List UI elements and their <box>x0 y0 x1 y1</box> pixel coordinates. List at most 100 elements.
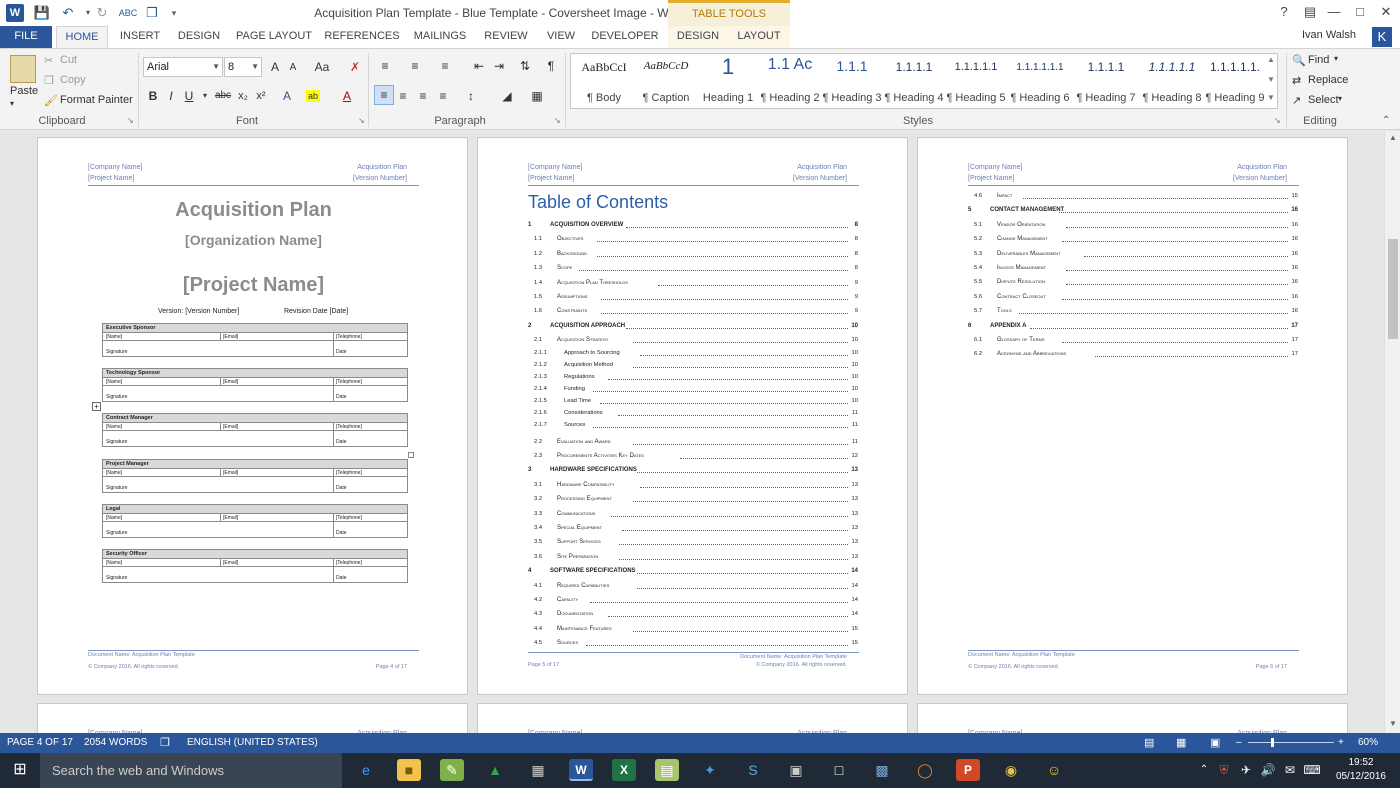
align-left-icon[interactable]: ≡ <box>374 85 394 105</box>
toc-entry[interactable]: 2.1.4 Funding 10 <box>528 386 858 395</box>
proofing-icon[interactable]: ❐ <box>160 736 170 749</box>
network-icon[interactable]: ✈ <box>1234 759 1258 781</box>
font-size-combo[interactable]: 8 ▼ <box>224 57 262 77</box>
text-effects-button[interactable]: A <box>278 87 296 105</box>
page-4[interactable]: [Company Name] [Project Name] Acquisitio… <box>37 137 468 695</box>
style-body[interactable]: AaBbCcI ¶ Body <box>573 54 635 108</box>
superscript-button[interactable]: x² <box>252 87 270 105</box>
style-heading-6[interactable]: 1.1.1.1.1.1 ¶ Heading 6 <box>1007 54 1073 108</box>
clipboard-launcher-icon[interactable]: ↘ <box>127 116 134 125</box>
style-heading-8[interactable]: 1.1.1.1.1 ¶ Heading 8 <box>1139 54 1205 108</box>
styles-launcher-icon[interactable]: ↘ <box>1274 116 1281 125</box>
vertical-scrollbar[interactable]: ▲ ▼ <box>1384 131 1400 733</box>
borders-icon[interactable]: ▦ <box>528 87 546 105</box>
line-spacing-icon[interactable]: ↕ <box>462 87 480 105</box>
format-painter-icon[interactable]: 🖌 <box>44 94 58 107</box>
find-icon[interactable]: 🔍 <box>1292 54 1306 67</box>
toc-entry[interactable]: 1 ACQUISITION OVERVIEW 8 <box>528 222 858 231</box>
select-dropdown-icon[interactable]: ▾ <box>1338 94 1342 103</box>
toc-entry[interactable]: 1.1 Objectives 8 <box>528 236 858 245</box>
tab-design[interactable]: DESIGN <box>172 26 226 48</box>
role-table[interactable]: Project Manager [Name] [Email] [Telephone] S… <box>102 458 408 493</box>
toc-entry[interactable]: 1.6 Constraints 9 <box>528 308 858 317</box>
toc-entry[interactable]: 2.2 Evaluation and Award 11 <box>528 439 858 448</box>
cut-icon[interactable]: ✂ <box>44 54 53 67</box>
app-icon[interactable]: ✎ <box>440 759 464 781</box>
style-heading-1[interactable]: 1 Heading 1 <box>697 54 759 108</box>
role-table-row[interactable]: [Name] [Email] [Telephone] <box>103 423 407 432</box>
clear-formatting-icon[interactable]: ✗ <box>346 58 364 76</box>
toc-entry[interactable]: 1.5 Assumptions 9 <box>528 294 858 303</box>
table-move-handle-icon[interactable]: + <box>92 402 101 411</box>
toc-entry[interactable]: 2.3 Procurements Activities Key Dates 12 <box>528 453 858 462</box>
edge-icon[interactable]: e <box>354 759 378 781</box>
toc-entry[interactable]: 5 CONTACT MANAGEMENT 16 <box>968 207 1298 216</box>
find-button[interactable]: Find <box>1308 54 1329 66</box>
user-name[interactable]: Ivan Walsh <box>1302 29 1356 41</box>
style-heading-7[interactable]: 1.1.1.1 ¶ Heading 7 <box>1073 54 1139 108</box>
bullets-icon[interactable]: ≡ <box>376 57 394 75</box>
bold-button[interactable]: B <box>144 87 162 105</box>
toc-entry[interactable]: 2.1.1 Approach to Sourcing 10 <box>528 350 858 359</box>
multilevel-list-icon[interactable]: ≡ <box>436 57 454 75</box>
zoom-slider-knob[interactable] <box>1270 738 1274 747</box>
web-layout-icon[interactable]: ▣ <box>1210 736 1220 749</box>
role-table[interactable]: Security Officer [Name] [Email] [Telephone]… <box>102 549 408 583</box>
toc-entry[interactable]: 3.2 Processing Equipment 13 <box>528 496 858 505</box>
maximize-icon[interactable]: □ <box>1348 4 1372 19</box>
skype-icon[interactable]: S <box>741 759 765 781</box>
toc-entry[interactable]: 3.1 Hardware Compatibility 13 <box>528 482 858 491</box>
toc-entry[interactable]: 6.1 Glossary of Terms 17 <box>968 337 1298 346</box>
table-resize-handle[interactable] <box>408 452 414 458</box>
chrome-icon[interactable]: ◉ <box>999 759 1023 781</box>
tab-insert[interactable]: INSERT <box>114 26 166 48</box>
scroll-up-icon[interactable]: ▲ <box>1389 133 1397 142</box>
grow-font-button[interactable]: A <box>266 58 284 76</box>
scroll-thumb[interactable] <box>1388 239 1398 339</box>
ribbon-display-icon[interactable]: ▤ <box>1298 4 1322 20</box>
role-table-row[interactable]: Signature Date <box>103 431 407 447</box>
select-button[interactable]: Select <box>1308 94 1339 106</box>
tab-review[interactable]: REVIEW <box>478 26 534 48</box>
style-heading-4[interactable]: 1.1.1.1 ¶ Heading 4 <box>883 54 945 108</box>
role-table-row[interactable]: Signature Date <box>103 386 407 402</box>
tab-mailings[interactable]: MAILINGS <box>408 26 472 48</box>
subscript-button[interactable]: x₂ <box>234 87 252 105</box>
role-table-row[interactable]: [Name] [Email] [Telephone] <box>103 513 407 522</box>
role-table[interactable]: Contract Manager [Name] [Email] [Telephone]… <box>102 413 408 448</box>
chevron-down-icon[interactable]: ▼ <box>251 58 259 76</box>
page-9[interactable]: [Company Name] Acquisition Plan <box>917 703 1348 733</box>
collapse-ribbon-icon[interactable]: ⌃ <box>1382 115 1390 126</box>
show-marks-button[interactable]: ¶ <box>542 57 560 75</box>
page-5[interactable]: [Company Name] [Project Name] Acquisitio… <box>477 137 908 695</box>
app-icon[interactable]: ▣ <box>784 759 808 781</box>
toc-entry[interactable]: 2.1 Acquisition Strategy 10 <box>528 337 858 346</box>
role-table[interactable]: Legal [Name] [Email] [Telephone] Signature Da… <box>102 503 408 538</box>
google-drive-icon[interactable]: ▲ <box>483 759 507 781</box>
tab-home[interactable]: HOME <box>56 26 108 48</box>
print-layout-icon[interactable]: ▦ <box>1176 736 1186 749</box>
style-heading-5[interactable]: 1.1.1.1.1 ¶ Heading 5 <box>945 54 1007 108</box>
align-right-icon[interactable]: ≡ <box>414 87 432 105</box>
role-table-row[interactable]: [Name] [Email] [Telephone] <box>103 378 407 387</box>
style-heading-2[interactable]: 1.1 Ac ¶ Heading 2 <box>759 54 821 108</box>
zoom-level[interactable]: 60% <box>1358 737 1378 748</box>
toc-entry[interactable]: 3.4 Special Equipment 13 <box>528 525 858 534</box>
page-6[interactable]: [Company Name] [Project Name] Acquisitio… <box>917 137 1348 695</box>
tab-page-layout[interactable]: PAGE LAYOUT <box>232 26 316 48</box>
role-table[interactable]: Executive Sponsor [Name] [Email] [Telephone… <box>102 323 408 357</box>
align-center-icon[interactable]: ≡ <box>394 87 412 105</box>
toc-entry[interactable]: 3.6 Site Preparation 13 <box>528 554 858 563</box>
numbering-icon[interactable]: ≡ <box>406 57 424 75</box>
highlight-icon[interactable]: ab <box>306 90 320 102</box>
toc-entry[interactable]: 4.3 Documentation 14 <box>528 611 858 620</box>
toc-entry[interactable]: 5.5 Dispute Resolution 16 <box>968 279 1298 288</box>
find-dropdown-icon[interactable]: ▾ <box>1334 54 1338 63</box>
copy-button[interactable]: Copy <box>60 74 86 86</box>
avatar[interactable]: K <box>1372 27 1392 47</box>
toc-entry[interactable]: 3.5 Support Services 13 <box>528 539 858 548</box>
toc-entry[interactable]: 4.1 Required Capabilities 14 <box>528 583 858 592</box>
replace-icon[interactable]: ⇄ <box>1292 74 1301 87</box>
page-count[interactable]: PAGE 4 OF 17 <box>7 737 73 748</box>
role-table[interactable]: Technology Sponsor [Name] [Email] [Telephon… <box>102 368 408 403</box>
